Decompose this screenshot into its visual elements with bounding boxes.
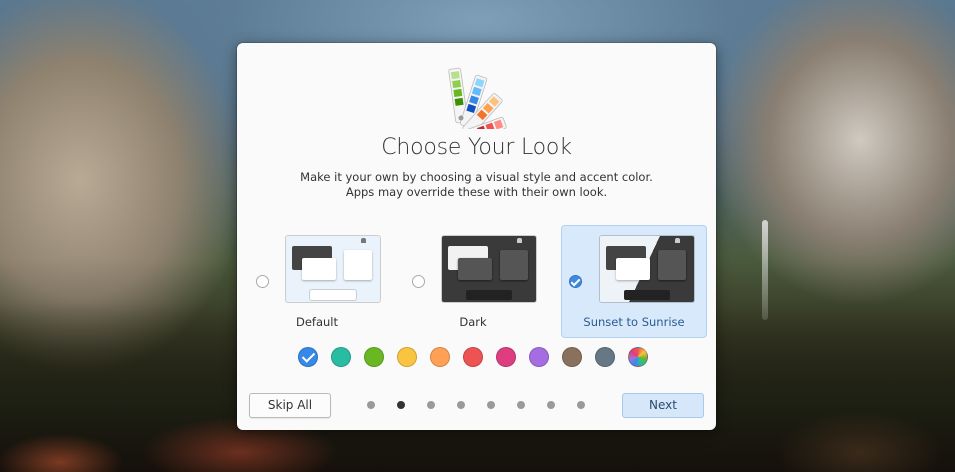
style-sunset-preview [600, 236, 694, 302]
page-dot-5[interactable] [487, 401, 495, 409]
color-palette-icon [448, 67, 507, 129]
dialog-title: Choose Your Look [381, 135, 572, 160]
style-sunset-radio[interactable] [569, 275, 582, 288]
page-dot-2[interactable] [397, 401, 405, 409]
style-option-default[interactable]: Default [251, 225, 383, 338]
accent-red-swatch[interactable] [463, 347, 483, 367]
page-dot-8[interactable] [577, 401, 585, 409]
page-dot-1[interactable] [367, 401, 375, 409]
wallpaper-waterfall [762, 220, 768, 320]
style-default-preview [286, 236, 380, 302]
page-dot-7[interactable] [547, 401, 555, 409]
accent-pink-swatch[interactable] [496, 347, 516, 367]
accent-brown-swatch[interactable] [562, 347, 582, 367]
accent-mint-swatch[interactable] [331, 347, 351, 367]
style-option-sunset-to-sunrise[interactable]: Sunset to Sunrise [561, 225, 707, 338]
skip-all-button[interactable]: Skip All [249, 393, 331, 418]
onboarding-dialog: Choose Your Look Make it your own by cho… [237, 43, 716, 430]
page-dot-6[interactable] [517, 401, 525, 409]
style-default-radio[interactable] [256, 275, 269, 288]
style-option-dark[interactable]: Dark [407, 225, 539, 338]
accent-multicolor-swatch[interactable] [628, 347, 648, 367]
style-sunset-label: Sunset to Sunrise [583, 315, 685, 329]
style-dark-radio[interactable] [412, 275, 425, 288]
accent-yellow-swatch[interactable] [397, 347, 417, 367]
accent-green-swatch[interactable] [364, 347, 384, 367]
next-button[interactable]: Next [622, 393, 704, 418]
page-dot-4[interactable] [457, 401, 465, 409]
style-dark-label: Dark [459, 315, 487, 329]
dialog-subtitle: Make it your own by choosing a visual st… [300, 170, 653, 199]
style-dark-preview [442, 236, 536, 302]
style-default-label: Default [295, 315, 339, 329]
accent-purple-swatch[interactable] [529, 347, 549, 367]
accent-gray-swatch[interactable] [595, 347, 615, 367]
accent-blue-swatch[interactable] [298, 347, 318, 367]
page-dot-3[interactable] [427, 401, 435, 409]
accent-orange-swatch[interactable] [430, 347, 450, 367]
